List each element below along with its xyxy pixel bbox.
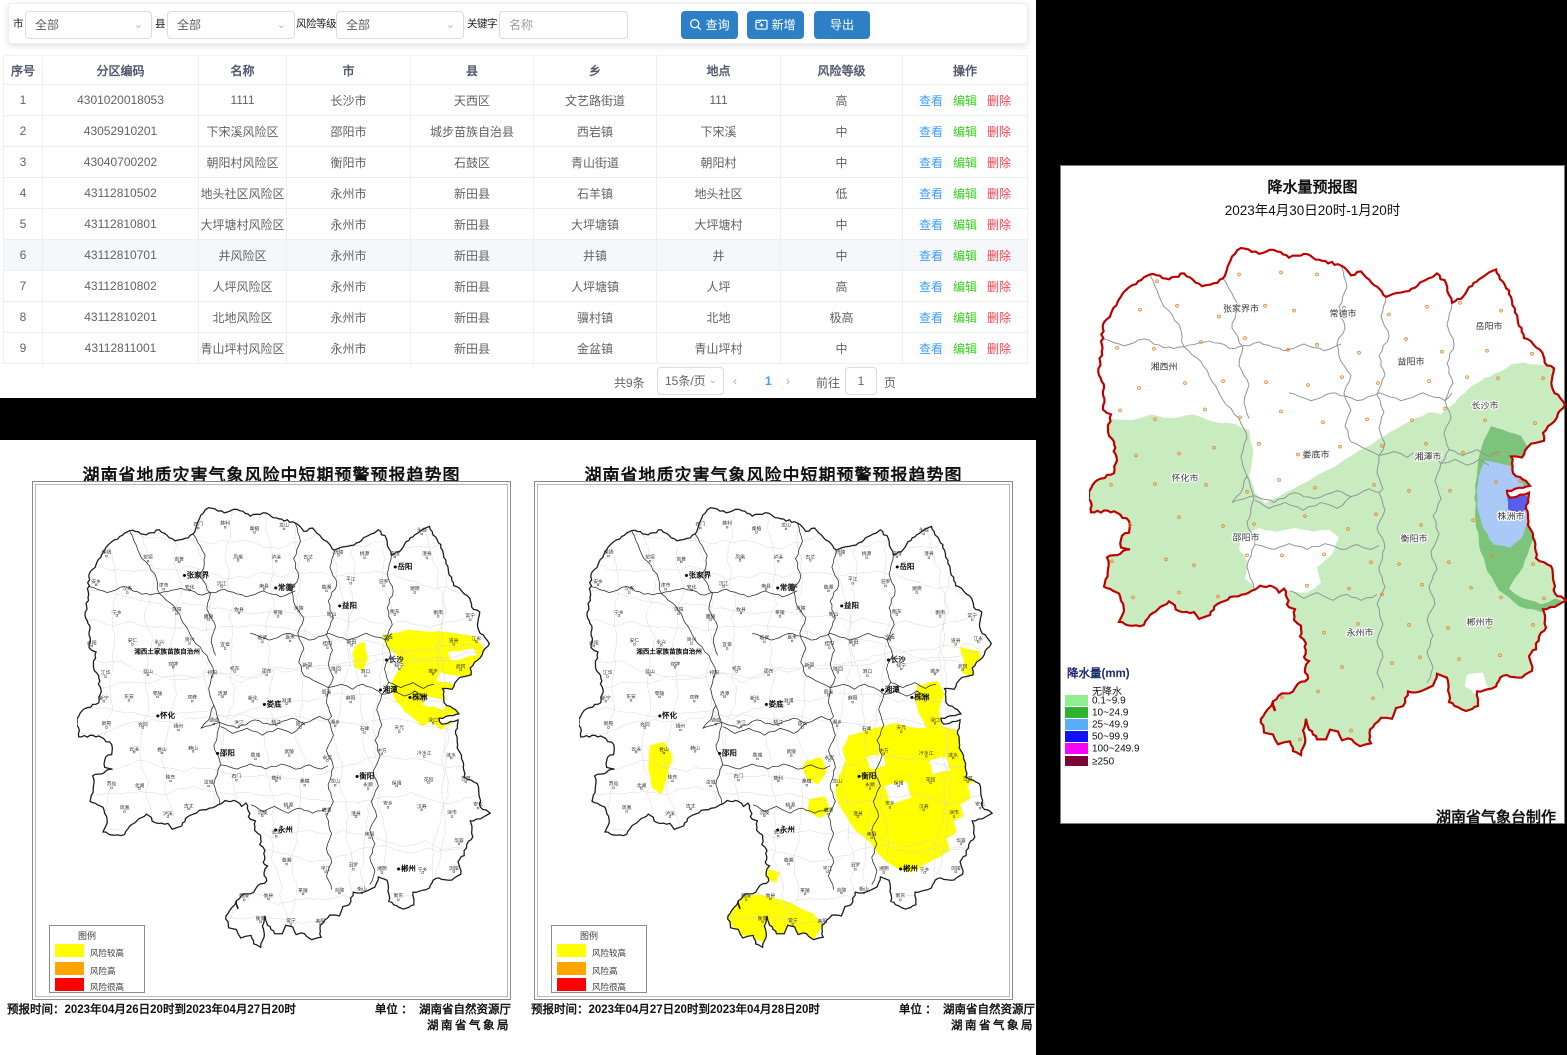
svg-text:永州市: 永州市 [1347,627,1374,638]
svg-text:怀化市: 怀化市 [1172,472,1199,483]
svg-text:常德市: 常德市 [1330,308,1357,319]
svg-text:岳阳市: 岳阳市 [1476,320,1503,331]
svg-text:娄底市: 娄底市 [1303,449,1330,460]
svg-text:湘西州: 湘西州 [1151,360,1178,371]
svg-text:长沙市: 长沙市 [1472,400,1499,411]
svg-text:衡阳市: 衡阳市 [1401,533,1428,544]
svg-text:株洲市: 株洲市 [1498,510,1525,521]
svg-text:郴州市: 郴州市 [1467,616,1494,627]
svg-text:湘潭市: 湘潭市 [1415,451,1442,462]
svg-text:张家界市: 张家界市 [1223,303,1259,314]
svg-text:益阳市: 益阳市 [1398,356,1425,367]
svg-text:邵阳市: 邵阳市 [1233,532,1260,543]
